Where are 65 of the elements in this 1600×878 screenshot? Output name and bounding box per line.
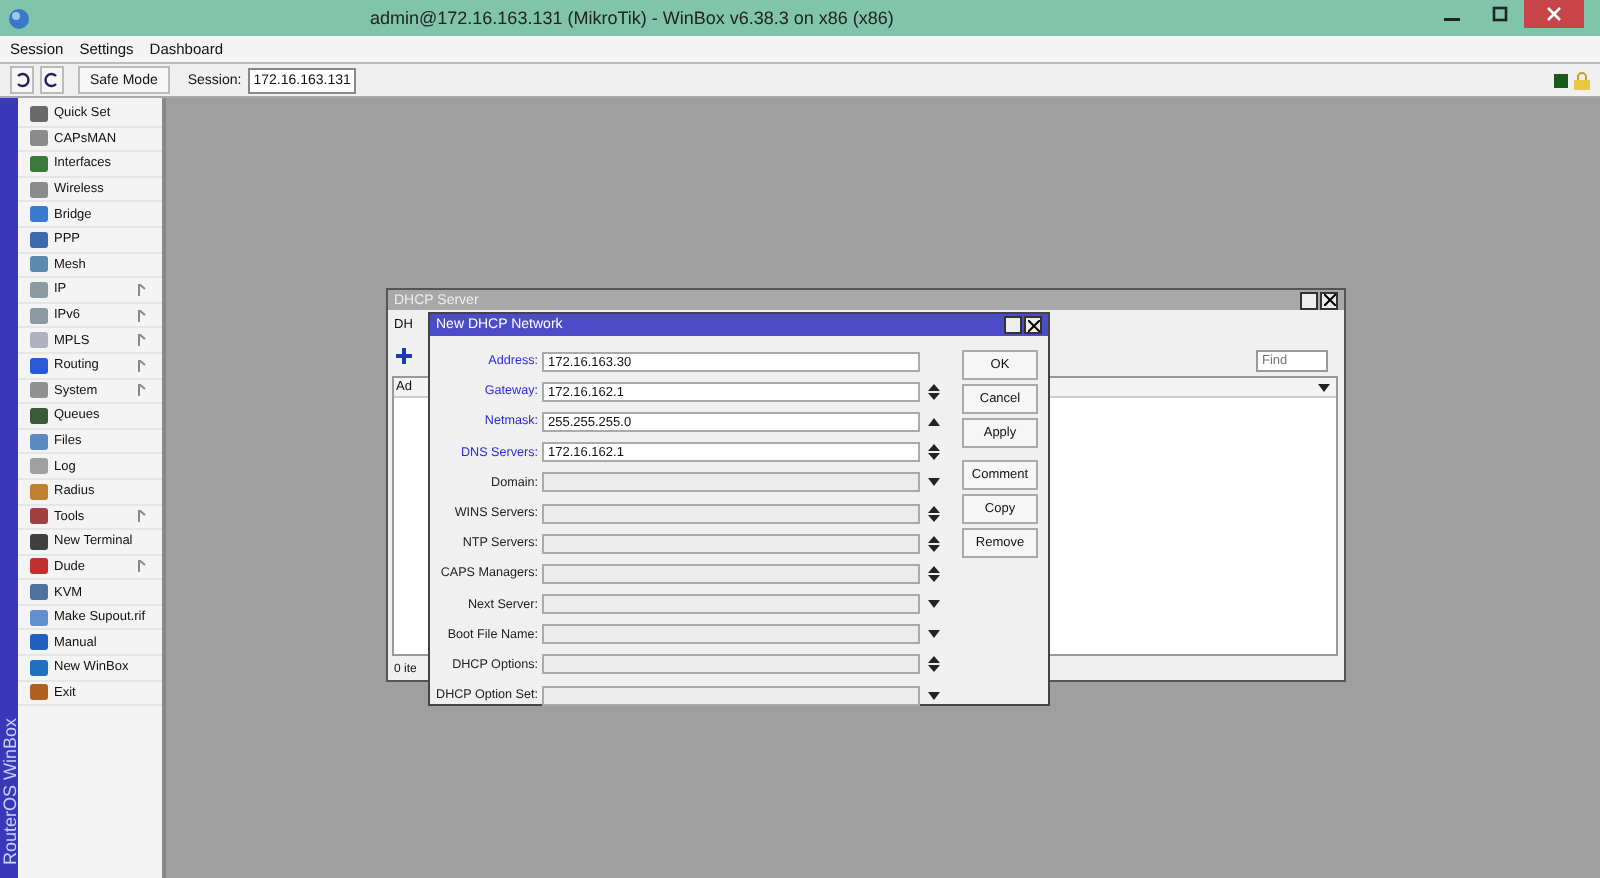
undo-button[interactable]: [10, 66, 34, 94]
input-field[interactable]: [542, 685, 920, 706]
up-down-arrow-icon[interactable]: [928, 535, 940, 552]
down-arrow-icon[interactable]: [928, 600, 940, 609]
up-down-arrow-icon[interactable]: [928, 656, 940, 673]
tile-icon: [30, 105, 48, 122]
tile-icon: [30, 181, 48, 198]
down-arrow-icon[interactable]: [928, 478, 940, 487]
input-field[interactable]: [542, 594, 920, 615]
close-icon: [1546, 6, 1562, 22]
tile-icon: [30, 332, 48, 349]
up-down-arrow-icon[interactable]: [928, 505, 940, 522]
tile-icon: [30, 634, 48, 651]
submenu-arrow-icon: [138, 283, 146, 296]
restore-button[interactable]: [1300, 291, 1318, 309]
tile-icon: [30, 407, 48, 424]
tile-icon: [30, 433, 48, 450]
input-field[interactable]: [542, 563, 920, 584]
down-arrow-icon[interactable]: [928, 630, 940, 639]
tile-icon: [30, 659, 48, 676]
close-button[interactable]: [1320, 291, 1338, 309]
dropdown-arrow-icon[interactable]: [1318, 383, 1330, 391]
submenu-arrow-icon: [138, 359, 146, 372]
tile-icon: [30, 483, 48, 500]
tile-icon: [30, 533, 48, 550]
submenu-arrow-icon: [138, 334, 146, 347]
tile-icon: [30, 382, 48, 399]
brand-text: RouterOS WinBox: [0, 718, 19, 866]
status-square-icon: [1554, 73, 1568, 87]
up-down-arrow-icon[interactable]: [928, 565, 940, 582]
tile-icon: [30, 256, 48, 273]
input-field[interactable]: [542, 624, 920, 645]
restore-icon: [1492, 6, 1508, 22]
tile-icon: [30, 357, 48, 374]
close-button[interactable]: [1024, 316, 1042, 334]
tile-icon: [30, 584, 48, 601]
up-down-arrow-icon[interactable]: [928, 383, 940, 400]
tile-icon: [30, 508, 48, 525]
tile-icon: [30, 307, 48, 324]
down-arrow-icon[interactable]: [928, 691, 940, 700]
submenu-arrow-icon: [138, 384, 146, 397]
add-icon[interactable]: [396, 348, 412, 368]
globe-icon: [8, 7, 30, 29]
tile-icon: [30, 231, 48, 248]
tile-icon: [30, 155, 48, 172]
restore-button[interactable]: [1004, 316, 1022, 334]
input-field[interactable]: [542, 472, 920, 493]
tile-icon: [30, 609, 48, 626]
window-title: admin@172.16.163.131 (MikroTik) - WinBox v6.38.3 on x86 (x86): [370, 8, 894, 28]
lock-icon: [1574, 71, 1590, 89]
submenu-arrow-icon: [138, 560, 146, 573]
tile-icon: [30, 684, 48, 701]
input-field[interactable]: [542, 503, 920, 524]
submenu-arrow-icon: [138, 510, 146, 523]
tile-icon: [30, 558, 48, 575]
up-down-arrow-icon[interactable]: [928, 444, 940, 461]
tile-icon: [30, 281, 48, 298]
tile-icon: [30, 458, 48, 475]
input-field[interactable]: [542, 654, 920, 675]
tile-icon: [30, 206, 48, 223]
submenu-arrow-icon: [138, 309, 146, 322]
tile-icon: [30, 130, 48, 147]
redo-button[interactable]: [40, 66, 64, 94]
up-arrow-icon[interactable]: [928, 417, 940, 426]
input-field[interactable]: [542, 533, 920, 554]
